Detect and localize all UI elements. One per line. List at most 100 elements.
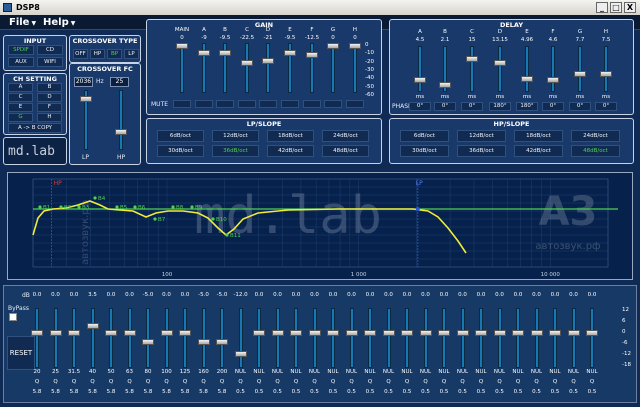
eq-band-slider-thumb[interactable] — [475, 329, 487, 336]
eq-q-value[interactable]: 0.5 — [344, 389, 360, 395]
gain-slider[interactable] — [310, 43, 314, 93]
gain-slider[interactable] — [331, 43, 335, 93]
gain-slider-thumb[interactable] — [284, 49, 296, 56]
eq-band-slider-thumb[interactable] — [419, 329, 432, 336]
gain-slider-thumb[interactable] — [176, 43, 188, 49]
input-wifi-button[interactable]: WIFI — [37, 57, 63, 67]
input-cd-button[interactable]: CD — [37, 45, 63, 55]
eq-band-slider-thumb[interactable] — [197, 338, 210, 345]
phase-button[interactable]: 0° — [569, 102, 591, 111]
lp-slope-option[interactable]: 48dB/oct — [322, 145, 369, 157]
hp-freq-slider[interactable] — [119, 90, 123, 150]
eq-band-slider[interactable] — [460, 308, 465, 368]
lp-freq-slider-thumb[interactable] — [80, 96, 92, 102]
eq-band-slider-thumb[interactable] — [567, 329, 580, 336]
mute-button[interactable] — [303, 100, 321, 108]
gain-slider-thumb[interactable] — [327, 43, 339, 49]
eq-band-slider[interactable] — [109, 308, 113, 368]
eq-band-slider-thumb[interactable] — [123, 329, 136, 336]
eq-band-slider[interactable] — [497, 308, 502, 368]
eq-band-slider[interactable] — [386, 308, 391, 368]
mute-button[interactable] — [281, 100, 299, 108]
eq-band-slider-thumb[interactable] — [308, 329, 321, 336]
delay-slider[interactable] — [604, 46, 608, 92]
eq-q-value[interactable]: 0.5 — [399, 389, 415, 395]
delay-slider-thumb[interactable] — [547, 76, 559, 83]
delay-slider-thumb[interactable] — [414, 77, 426, 83]
hp-slope-option[interactable]: 24dB/oct — [571, 130, 620, 142]
eq-band-slider[interactable] — [553, 308, 557, 368]
hp-slope-option[interactable]: 12dB/oct — [457, 130, 506, 142]
delay-slider-thumb[interactable] — [494, 59, 506, 66]
delay-slider-thumb[interactable] — [466, 56, 478, 62]
eq-band-slider-thumb[interactable] — [512, 329, 524, 336]
eq-band-slider-thumb[interactable] — [530, 329, 543, 336]
eq-q-value[interactable]: 5.8 — [159, 389, 175, 395]
eq-q-value[interactable]: 0.5 — [270, 389, 286, 395]
eq-q-value[interactable]: 0.5 — [584, 389, 600, 395]
delay-slider-thumb[interactable] — [574, 70, 586, 77]
mute-button[interactable] — [238, 100, 256, 108]
ch-c-button[interactable]: C — [8, 93, 33, 102]
delay-slider-thumb[interactable] — [521, 76, 533, 83]
lp-slope-option[interactable]: 36dB/oct — [212, 145, 259, 157]
lp-freq-input[interactable]: 2036 — [74, 77, 93, 87]
gain-slider-thumb[interactable] — [219, 49, 231, 56]
eq-q-value[interactable]: 0.5 — [288, 389, 304, 395]
lp-slope-option[interactable]: 24dB/oct — [322, 130, 369, 142]
eq-band-slider[interactable] — [571, 308, 576, 368]
eq-band-slider[interactable] — [331, 308, 335, 368]
lp-slope-option[interactable]: 18dB/oct — [267, 130, 314, 142]
ch-h-button[interactable]: H — [37, 113, 62, 122]
eq-band-slider[interactable] — [53, 308, 58, 368]
eq-band-slider-thumb[interactable] — [345, 329, 358, 336]
eq-band-slider-thumb[interactable] — [179, 329, 191, 336]
eq-band-slider[interactable] — [368, 308, 372, 368]
delay-slider[interactable] — [551, 46, 555, 92]
gain-slider-thumb[interactable] — [241, 59, 253, 66]
eq-band-slider-thumb[interactable] — [438, 329, 450, 336]
hp-freq-input[interactable]: 25 — [110, 77, 129, 87]
input-aux-button[interactable]: AUX — [8, 57, 34, 67]
lp-slope-option[interactable]: 42dB/oct — [267, 145, 314, 157]
eq-q-value[interactable]: 5.8 — [48, 389, 64, 395]
menu-help[interactable]: Help ▼ — [43, 16, 75, 29]
hp-slope-option[interactable]: 36dB/oct — [457, 145, 506, 157]
hp-freq-slider-thumb[interactable] — [115, 129, 127, 135]
eq-q-value[interactable]: 5.8 — [66, 389, 82, 395]
hp-slope-option[interactable]: 48dB/oct — [571, 145, 620, 157]
eq-band-slider[interactable] — [312, 308, 317, 368]
eq-q-value[interactable]: 0.5 — [251, 389, 267, 395]
delay-slider[interactable] — [418, 46, 422, 92]
eq-q-value[interactable]: 5.8 — [29, 389, 45, 395]
eq-band-slider[interactable] — [349, 308, 354, 368]
eq-q-value[interactable]: 5.8 — [177, 389, 193, 395]
eq-band-slider[interactable] — [164, 308, 169, 368]
eq-q-value[interactable]: 5.8 — [122, 389, 138, 395]
phase-button[interactable]: 180° — [516, 102, 538, 111]
eq-band-slider-thumb[interactable] — [456, 329, 469, 336]
gain-slider[interactable] — [180, 43, 184, 93]
lp-slope-option[interactable]: 12dB/oct — [212, 130, 259, 142]
ch-d-button[interactable]: D — [37, 93, 62, 102]
eq-q-value[interactable]: 0.5 — [510, 389, 526, 395]
eq-band-slider[interactable] — [294, 308, 298, 368]
eq-band-slider-thumb[interactable] — [549, 329, 561, 336]
eq-band-slider[interactable] — [590, 308, 594, 368]
hp-slope-option[interactable]: 6dB/oct — [400, 130, 449, 142]
eq-q-value[interactable]: 0.5 — [436, 389, 452, 395]
eq-band-slider-thumb[interactable] — [105, 329, 117, 336]
phase-button[interactable]: 0° — [434, 102, 456, 111]
eq-band-slider[interactable] — [534, 308, 539, 368]
eq-band-slider-thumb[interactable] — [142, 338, 154, 345]
mute-button[interactable] — [324, 100, 342, 108]
eq-band-slider[interactable] — [423, 308, 428, 368]
xover-off-button[interactable]: OFF — [73, 49, 88, 59]
eq-band-slider-thumb[interactable] — [271, 329, 284, 336]
phase-button[interactable]: 180° — [489, 102, 511, 111]
eq-q-value[interactable]: 0.5 — [381, 389, 397, 395]
eq-band-slider-thumb[interactable] — [160, 329, 173, 336]
eq-q-value[interactable]: 0.5 — [529, 389, 545, 395]
eq-band-slider-thumb[interactable] — [364, 329, 376, 336]
eq-band-slider-thumb[interactable] — [586, 329, 598, 336]
